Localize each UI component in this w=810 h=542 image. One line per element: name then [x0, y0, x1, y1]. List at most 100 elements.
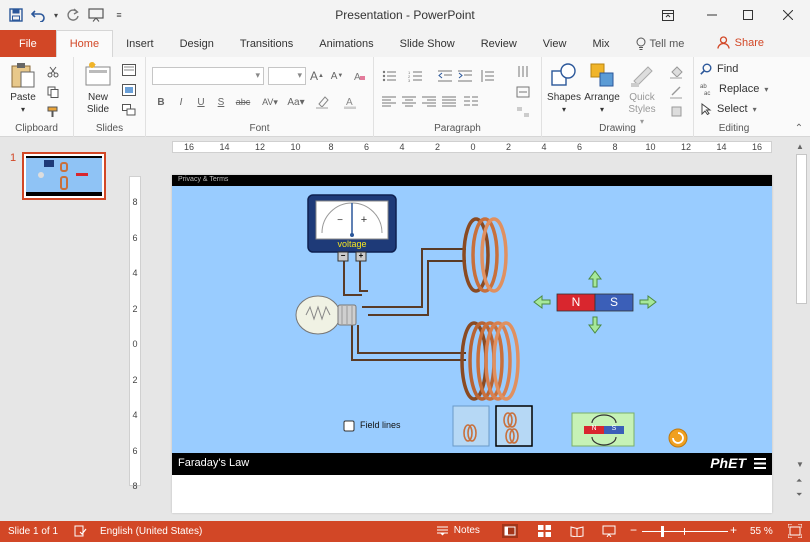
spell-check-icon[interactable] — [74, 525, 87, 540]
reading-view-icon[interactable] — [570, 525, 584, 540]
coil-selector[interactable] — [452, 405, 533, 447]
tab-animations[interactable]: Animations — [306, 30, 386, 57]
replace-icon: abac — [700, 84, 710, 95]
copy-icon[interactable] — [44, 83, 62, 101]
previous-slide-icon[interactable]: ⏶ — [796, 476, 802, 486]
scroll-thumb[interactable] — [796, 154, 807, 304]
underline-icon[interactable]: U — [192, 93, 210, 111]
bullets-icon[interactable] — [380, 67, 398, 85]
highlight-icon[interactable] — [312, 93, 336, 111]
align-right-icon[interactable] — [420, 93, 438, 111]
vertical-scrollbar[interactable]: ▲ ▼ ⏶ ⏷ — [793, 138, 810, 521]
zoom-in-button[interactable]: + — [730, 523, 737, 537]
ruler-v-label: 2 — [132, 303, 138, 314]
clear-formatting-icon[interactable]: A — [350, 67, 368, 85]
section-icon[interactable] — [118, 101, 140, 119]
faradays-law-simulation[interactable]: Privacy & Terms voltage − + − + N S N S … — [172, 175, 772, 475]
slide-indicator[interactable]: Slide 1 of 1 — [8, 526, 58, 537]
ribbon-display-options-icon[interactable] — [646, 0, 690, 30]
coil-small[interactable] — [462, 217, 508, 293]
maximize-button[interactable] — [726, 0, 770, 30]
strikethrough-icon[interactable]: abc — [232, 93, 254, 111]
field-lines-checkbox[interactable] — [343, 420, 355, 432]
customize-toolbar-icon[interactable]: ≡ — [109, 5, 129, 25]
italic-icon[interactable]: I — [172, 93, 190, 111]
normal-view-icon[interactable] — [502, 524, 518, 541]
tab-insert[interactable]: Insert — [113, 30, 167, 57]
justify-icon[interactable] — [440, 93, 458, 111]
shape-effects-icon[interactable] — [666, 103, 690, 121]
slide-thumbnail[interactable] — [22, 152, 106, 200]
bold-icon[interactable]: B — [152, 93, 170, 111]
replace-button[interactable]: ab ac Replace ▾ — [700, 83, 768, 95]
language-indicator[interactable]: English (United States) — [100, 526, 202, 537]
line-spacing-icon[interactable] — [478, 67, 496, 85]
select-button[interactable]: Select ▾ — [700, 103, 757, 115]
ruler-v-label: 4 — [132, 410, 138, 420]
numbering-icon[interactable]: 123 — [406, 67, 424, 85]
light-bulb[interactable] — [295, 295, 357, 335]
layout-icon[interactable] — [118, 61, 140, 79]
tab-view[interactable]: View — [530, 30, 580, 57]
format-painter-icon[interactable] — [44, 103, 62, 121]
paste-button[interactable]: Paste ▾ — [6, 61, 40, 116]
decrease-indent-icon[interactable] — [436, 67, 454, 85]
character-spacing-icon[interactable]: AV▾ — [258, 93, 282, 111]
quick-styles-button[interactable]: Quick Styles ▾ — [622, 61, 662, 128]
hamburger-menu-icon[interactable] — [754, 458, 766, 469]
fit-slide-icon[interactable] — [787, 523, 803, 541]
coil-large[interactable] — [460, 321, 520, 401]
notes-button[interactable]: Notes — [437, 525, 480, 536]
shape-outline-icon[interactable] — [666, 83, 690, 101]
smartart-icon[interactable] — [510, 103, 536, 121]
shape-fill-icon[interactable] — [666, 63, 690, 81]
slide-show-icon[interactable] — [602, 525, 616, 540]
tab-mix[interactable]: Mix — [579, 30, 622, 57]
shadow-icon[interactable]: S — [212, 93, 230, 111]
share-button[interactable]: Share — [716, 36, 764, 49]
phet-logo[interactable]: PhET — [710, 455, 746, 471]
font-name-combobox[interactable] — [152, 67, 264, 85]
redo-icon[interactable] — [63, 5, 83, 25]
next-slide-icon[interactable]: ⏷ — [796, 490, 802, 500]
tab-transitions[interactable]: Transitions — [227, 30, 306, 57]
decrease-font-icon[interactable]: A ▼ — [328, 67, 346, 85]
align-left-icon[interactable] — [380, 93, 398, 111]
find-button[interactable]: Find — [700, 63, 738, 75]
increase-font-icon[interactable]: A ▲ — [308, 67, 326, 85]
tab-review[interactable]: Review — [468, 30, 530, 57]
tab-slide-show[interactable]: Slide Show — [387, 30, 468, 57]
new-slide-button[interactable]: New Slide — [80, 61, 116, 116]
shapes-button[interactable]: Shapes ▾ — [546, 61, 582, 116]
slide-sorter-icon[interactable] — [538, 525, 551, 540]
text-direction-icon[interactable] — [510, 63, 536, 81]
undo-icon[interactable] — [29, 5, 49, 25]
collapse-ribbon-icon[interactable]: ⌃ — [790, 119, 808, 137]
cut-icon[interactable] — [44, 63, 62, 81]
undo-dropdown-icon[interactable]: ▾ — [52, 5, 60, 25]
font-color-icon[interactable]: A — [340, 93, 364, 111]
zoom-slider-thumb[interactable] — [661, 526, 664, 537]
reset-icon[interactable] — [118, 81, 140, 99]
arrange-button[interactable]: Arrange ▾ — [582, 61, 622, 116]
change-case-icon[interactable]: Aa▾ — [284, 93, 308, 111]
scroll-up-icon[interactable]: ▲ — [796, 142, 804, 151]
scroll-down-icon[interactable]: ▼ — [796, 460, 804, 469]
zoom-level[interactable]: 55 % — [750, 526, 773, 537]
reset-all-button[interactable] — [668, 428, 688, 448]
tell-me-box[interactable]: Tell me — [623, 30, 698, 57]
tab-home[interactable]: Home — [55, 30, 114, 57]
zoom-out-button[interactable]: − — [630, 523, 637, 537]
slide-canvas[interactable]: Privacy & Terms voltage − + − + N S N S … — [172, 175, 772, 513]
start-from-beginning-icon[interactable] — [86, 5, 106, 25]
tab-design[interactable]: Design — [167, 30, 227, 57]
columns-icon[interactable] — [462, 93, 480, 111]
font-size-combobox[interactable] — [268, 67, 306, 85]
increase-indent-icon[interactable] — [456, 67, 474, 85]
align-text-icon[interactable] — [510, 83, 536, 101]
save-icon[interactable] — [6, 5, 26, 25]
tab-file[interactable]: File — [0, 30, 56, 57]
align-center-icon[interactable] — [400, 93, 418, 111]
close-button[interactable] — [766, 0, 810, 30]
zoom-slider[interactable] — [642, 526, 728, 537]
